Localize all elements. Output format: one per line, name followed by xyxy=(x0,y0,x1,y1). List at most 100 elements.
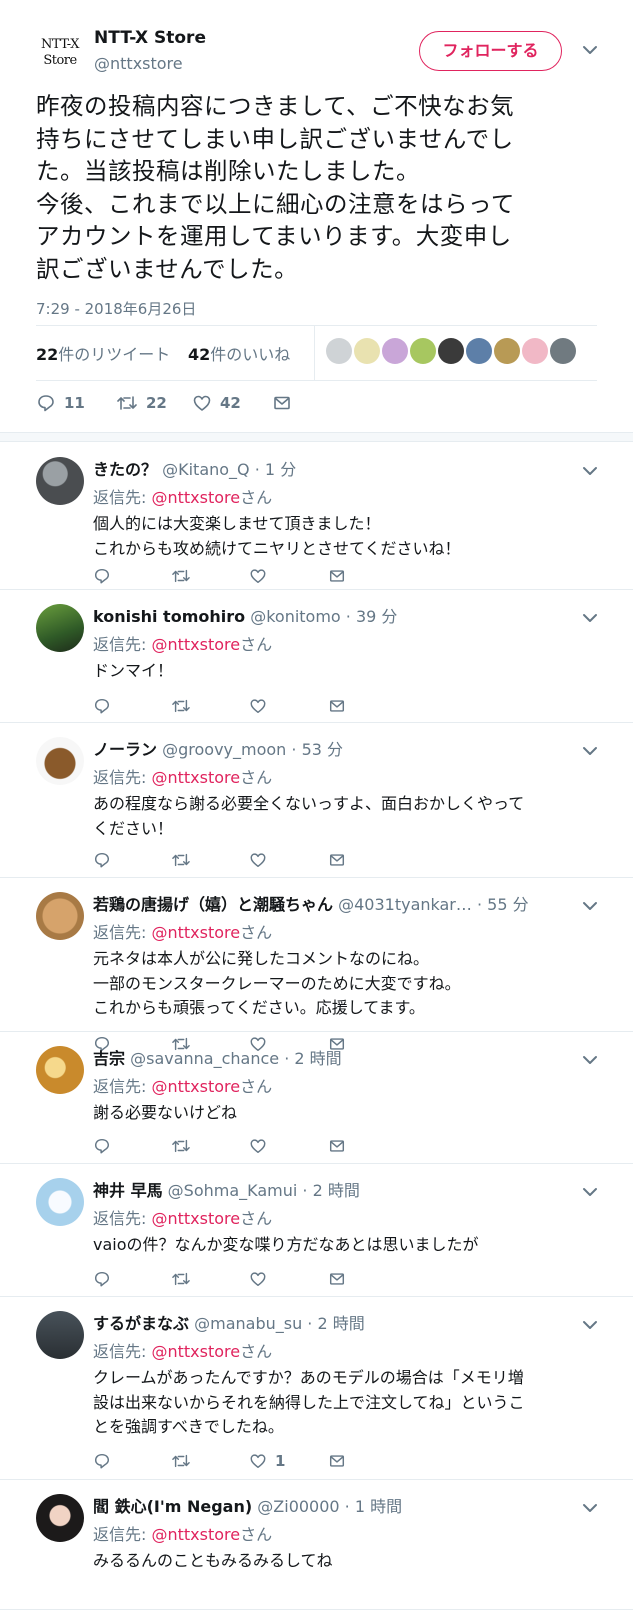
chevron-down-icon[interactable] xyxy=(582,1184,598,1200)
reply-author-name[interactable]: ノーラン xyxy=(93,740,157,759)
retweet-icon[interactable] xyxy=(171,1137,191,1155)
envelope-icon[interactable] xyxy=(328,851,346,869)
heart-icon[interactable] xyxy=(249,851,275,869)
reply-author-name[interactable]: するがまなぶ xyxy=(93,1314,189,1333)
envelope-icon[interactable] xyxy=(328,697,346,715)
liker-avatar[interactable] xyxy=(494,338,520,364)
envelope-icon[interactable] xyxy=(328,567,346,585)
reply-tweet[interactable]: きたの？ @Kitano_Q · 1 分返信先: @nttxstoreさん 個人的… xyxy=(0,443,633,590)
replying-to-mention[interactable]: @nttxstore xyxy=(151,488,240,507)
reply-author-name[interactable]: 神井 早馬 xyxy=(93,1181,163,1200)
reply-author-name[interactable]: konishi tomohiro xyxy=(93,607,245,626)
avatar[interactable] xyxy=(36,457,84,505)
reply-tweet[interactable]: 吉宗 @savanna_chance · 2 時間 返信先: @nttxstore… xyxy=(0,1032,633,1164)
reply-time[interactable]: 55 分 xyxy=(487,895,528,914)
envelope-icon[interactable] xyxy=(328,1270,346,1288)
retweet-icon[interactable] xyxy=(171,851,191,869)
reply-action[interactable]: 11 xyxy=(36,392,85,414)
avatar[interactable] xyxy=(36,892,84,940)
reply-time[interactable]: 1 時間 xyxy=(355,1497,402,1516)
tweet-timestamp[interactable]: 7:29 - 2018年6月26日 xyxy=(36,298,196,319)
author-handle[interactable]: @nttxstore xyxy=(94,54,183,73)
reply-author-handle[interactable]: @Zi00000 xyxy=(257,1497,339,1516)
reply-author-handle[interactable]: @4031tyankar… xyxy=(338,895,472,914)
chevron-down-icon[interactable] xyxy=(582,610,598,626)
reply-author-name[interactable]: 閻 鉄心(I'm Negan) xyxy=(93,1497,252,1516)
heart-icon[interactable]: 1 xyxy=(249,1452,285,1470)
reply-author-name[interactable]: 若鶏の唐揚げ（嬉）と潮騒ちゃん xyxy=(93,895,333,914)
reply-author-handle[interactable]: @konitomo xyxy=(250,607,341,626)
reply-icon[interactable] xyxy=(93,851,111,869)
avatar[interactable] xyxy=(36,1178,84,1226)
reply-time[interactable]: 2 時間 xyxy=(294,1049,341,1068)
reply-author-handle[interactable]: @savanna_chance xyxy=(130,1049,279,1068)
follow-button[interactable]: フォローする xyxy=(419,31,562,71)
retweet-action[interactable]: 22 xyxy=(116,392,167,414)
replying-to-mention[interactable]: @nttxstore xyxy=(151,1525,240,1544)
reply-icon[interactable] xyxy=(93,1137,111,1155)
liker-avatar[interactable] xyxy=(382,338,408,364)
reply-tweet[interactable]: ノーラン @groovy_moon · 53 分返信先: @nttxstoreさ… xyxy=(0,723,633,878)
reply-time[interactable]: 53 分 xyxy=(302,740,343,759)
chevron-down-icon[interactable] xyxy=(582,1500,598,1516)
author-name[interactable]: NTT-X Store xyxy=(94,28,206,48)
chevron-down-icon[interactable] xyxy=(582,743,598,759)
reply-author-handle[interactable]: @Sohma_Kamui xyxy=(168,1181,298,1200)
replying-to-mention[interactable]: @nttxstore xyxy=(151,635,240,654)
avatar[interactable] xyxy=(36,604,84,652)
chevron-down-icon[interactable] xyxy=(582,1052,598,1068)
reply-icon[interactable] xyxy=(93,567,111,585)
liker-avatar[interactable] xyxy=(438,338,464,364)
chevron-down-icon[interactable] xyxy=(582,42,598,58)
chevron-down-icon[interactable] xyxy=(582,1317,598,1333)
liker-avatar[interactable] xyxy=(466,338,492,364)
reply-time[interactable]: 1 分 xyxy=(265,460,296,479)
replying-to-mention[interactable]: @nttxstore xyxy=(151,1209,240,1228)
liker-avatar[interactable] xyxy=(550,338,576,364)
envelope-icon[interactable] xyxy=(328,1452,346,1470)
replying-to-mention[interactable]: @nttxstore xyxy=(151,923,240,942)
replying-to-mention[interactable]: @nttxstore xyxy=(151,1342,240,1361)
reply-author-handle[interactable]: @manabu_su xyxy=(194,1314,302,1333)
reply-author-name[interactable]: 吉宗 xyxy=(93,1049,125,1068)
reply-tweet[interactable]: 閻 鉄心(I'm Negan) @Zi00000 · 1 時間 返信先: @ntt… xyxy=(0,1480,633,1610)
heart-icon[interactable] xyxy=(249,697,275,715)
liker-avatar[interactable] xyxy=(326,338,352,364)
reply-tweet[interactable]: konishi tomohiro @konitomo · 39 分返信先: @n… xyxy=(0,590,633,723)
reply-author-name[interactable]: きたの？ xyxy=(93,460,157,479)
avatar[interactable] xyxy=(36,737,84,785)
nttx-store-avatar[interactable]: NTT-X Store xyxy=(36,30,84,78)
like-stat[interactable]: 42件のいいね xyxy=(188,341,290,365)
heart-icon[interactable] xyxy=(249,567,275,585)
chevron-down-icon[interactable] xyxy=(582,463,598,479)
replying-to-mention[interactable]: @nttxstore xyxy=(151,1077,240,1096)
retweet-icon[interactable] xyxy=(171,1452,191,1470)
heart-icon[interactable] xyxy=(249,1270,275,1288)
replying-to-mention[interactable]: @nttxstore xyxy=(151,768,240,787)
retweet-icon[interactable] xyxy=(171,697,191,715)
reply-author-handle[interactable]: @Kitano_Q xyxy=(162,460,250,479)
reply-icon[interactable] xyxy=(93,697,111,715)
avatar[interactable] xyxy=(36,1311,84,1359)
reply-time[interactable]: 2 時間 xyxy=(313,1181,360,1200)
liker-avatar[interactable] xyxy=(410,338,436,364)
reply-icon[interactable] xyxy=(93,1270,111,1288)
liker-avatar[interactable] xyxy=(354,338,380,364)
direct-message-action[interactable] xyxy=(272,392,292,414)
chevron-down-icon[interactable] xyxy=(582,898,598,914)
retweet-icon[interactable] xyxy=(171,1270,191,1288)
liker-avatar[interactable] xyxy=(522,338,548,364)
like-action[interactable]: 42 xyxy=(192,392,241,414)
reply-tweet[interactable]: 神井 早馬 @Sohma_Kamui · 2 時間 返信先: @nttxstore… xyxy=(0,1164,633,1297)
reply-time[interactable]: 39 分 xyxy=(356,607,397,626)
heart-icon[interactable] xyxy=(249,1137,275,1155)
reply-icon[interactable] xyxy=(93,1452,111,1470)
reply-author-handle[interactable]: @groovy_moon xyxy=(162,740,286,759)
avatar[interactable] xyxy=(36,1494,84,1542)
retweet-icon[interactable] xyxy=(171,567,191,585)
reply-tweet[interactable]: するがまなぶ @manabu_su · 2 時間 返信先: @nttxstoreさ… xyxy=(0,1297,633,1480)
reply-time[interactable]: 2 時間 xyxy=(317,1314,364,1333)
retweet-stat[interactable]: 22件のリツイート xyxy=(36,341,170,365)
envelope-icon[interactable] xyxy=(328,1137,346,1155)
reply-tweet[interactable]: 若鶏の唐揚げ（嬉）と潮騒ちゃん @4031tyankar… · 55 分返信先:… xyxy=(0,878,633,1052)
